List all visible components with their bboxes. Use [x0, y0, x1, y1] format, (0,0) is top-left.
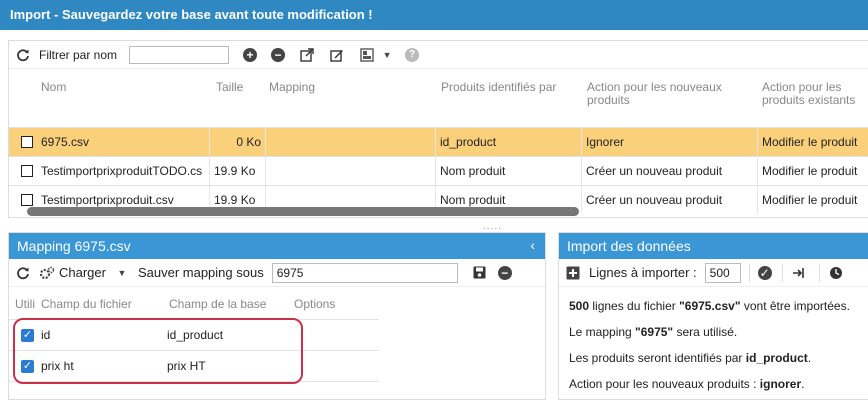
col-header-options: Options: [294, 297, 336, 311]
mapping-toolbar: Charger ▼ Sauver mapping sous −: [9, 259, 545, 287]
col-header-existing-action[interactable]: Action pour les produits existants: [762, 81, 868, 107]
mapping-panel-title: Mapping 6975.csv: [17, 238, 131, 254]
load-mapping-button[interactable]: Charger: [59, 265, 106, 280]
dropdown-icon[interactable]: ▼: [379, 47, 395, 63]
col-header-use: Utili: [15, 297, 35, 311]
file-new-action: Créer un nouveau produit: [582, 186, 758, 214]
remove-icon[interactable]: −: [497, 265, 512, 280]
row-checkbox[interactable]: [21, 136, 33, 148]
file-size: 0 Ko: [210, 128, 266, 156]
gears-icon: [39, 265, 55, 281]
panel-splitter[interactable]: .....: [483, 221, 502, 232]
add-icon[interactable]: +: [243, 47, 258, 62]
check-icon[interactable]: ✓: [757, 265, 772, 280]
save-mapping-label: Sauver mapping sous: [137, 265, 264, 280]
table-row[interactable]: TestimportprixproduitTODO.cs 19.9 Ko Nom…: [9, 156, 868, 185]
col-header-mapping[interactable]: Mapping: [269, 81, 315, 94]
file-new-action: Créer un nouveau produit: [582, 157, 758, 185]
row-checkbox[interactable]: [21, 194, 33, 206]
col-header-size[interactable]: Taille: [216, 81, 243, 94]
refresh-icon[interactable]: [15, 265, 31, 281]
filter-input[interactable]: [129, 45, 230, 64]
col-header-new-action[interactable]: Action pour les nouveaux produits: [587, 81, 737, 107]
dropdown-icon[interactable]: ▼: [114, 265, 130, 281]
mapping-panel-header: Mapping 6975.csv ‹: [9, 233, 545, 259]
col-header-name[interactable]: Nom: [41, 81, 66, 94]
add-rows-icon[interactable]: [565, 265, 581, 281]
import-panel-title: Import des données: [567, 238, 691, 254]
file-existing-action: Modifier le produit: [762, 164, 858, 178]
files-toolbar: Filtrer par nom + − ▼ ?: [9, 41, 868, 69]
remove-icon[interactable]: −: [271, 47, 286, 62]
summary-line-new-action: Action pour les nouveaux produits : igno…: [569, 377, 805, 391]
import-panel-header: Import des données: [559, 233, 868, 259]
file-identified-by: Nom produit: [436, 157, 582, 185]
col-header-identified-by[interactable]: Produits identifiés par: [441, 81, 556, 94]
import-panel: Import des données Lignes à importer : ✓…: [558, 232, 868, 400]
import-toolbar: Lignes à importer : ✓: [559, 259, 868, 287]
horizontal-scrollbar[interactable]: [27, 207, 579, 216]
file-mapping: [266, 157, 436, 185]
help-icon[interactable]: ?: [405, 47, 420, 62]
file-identified-by: id_product: [436, 128, 582, 156]
files-panel: Filtrer par nom + − ▼ ? Nom Taille Mappi…: [8, 40, 868, 218]
lines-to-import-label: Lignes à importer :: [589, 265, 697, 280]
file-size: 19.9 Ko: [210, 157, 266, 185]
edit-icon[interactable]: [329, 47, 345, 63]
summary-line-identified: Les produits seront identifiés par id_pr…: [569, 351, 812, 365]
file-mapping: [266, 128, 436, 156]
file-name: 6975.csv: [37, 128, 210, 156]
summary-line-rows: 500 lignes du fichier "6975.csv" vont êt…: [569, 299, 850, 313]
refresh-icon[interactable]: [15, 47, 31, 63]
files-grid-header: Nom Taille Mapping Produits identifiés p…: [9, 69, 868, 127]
row-checkbox[interactable]: [21, 165, 33, 177]
save-icon[interactable]: [472, 265, 488, 281]
highlight-box: [13, 318, 303, 384]
table-row[interactable]: 6975.csv 0 Ko id_product Ignorer Modifie…: [9, 127, 868, 156]
file-existing-action: Modifier le produit: [762, 135, 858, 149]
file-name: TestimportprixproduitTODO.cs: [37, 157, 210, 185]
export-icon[interactable]: [299, 47, 315, 63]
clock-icon[interactable]: [828, 265, 844, 281]
file-existing-action: Modifier le produit: [762, 193, 858, 207]
col-header-db-field: Champ de la base: [169, 297, 267, 311]
filter-label: Filtrer par nom: [39, 47, 118, 62]
col-header-file-field: Champ du fichier: [41, 297, 132, 311]
mapping-panel: Mapping 6975.csv ‹ Charger ▼ Sauver mapp…: [8, 232, 546, 400]
file-new-action: Ignorer: [582, 128, 758, 156]
mapping-name-input[interactable]: [271, 262, 458, 283]
collapse-icon[interactable]: ‹: [530, 237, 535, 253]
summary-line-mapping: Le mapping "6975" sera utilisé.: [569, 325, 738, 339]
window-title: Import - Sauvegardez votre base avant to…: [0, 0, 868, 30]
import-run-icon[interactable]: [791, 265, 807, 281]
lines-to-import-input[interactable]: [704, 262, 741, 283]
columns-icon[interactable]: [359, 47, 375, 63]
